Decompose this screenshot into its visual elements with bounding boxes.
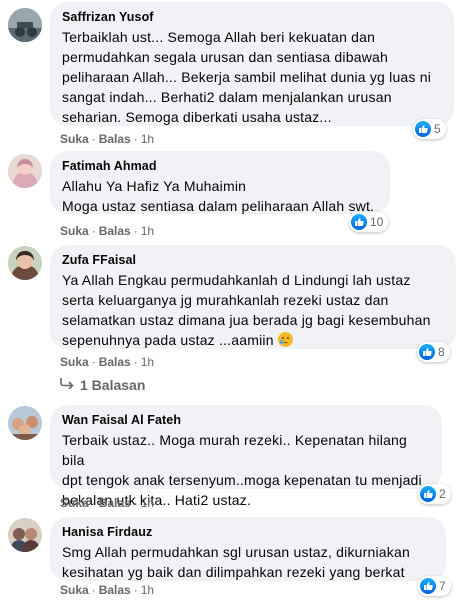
avatar-image: [8, 406, 42, 440]
comment-text: Ya Allah Engkau permudahkanlah d Lindung…: [62, 270, 444, 350]
reply-link[interactable]: Balas: [99, 355, 131, 369]
reaction-summary[interactable]: 7: [418, 576, 451, 596]
comment-actions: Suka · Balas · 1h: [60, 355, 154, 369]
separator: ·: [91, 224, 96, 238]
like-icon: [415, 121, 431, 137]
avatar[interactable]: [8, 154, 42, 188]
like-link[interactable]: Suka: [60, 224, 89, 238]
avatar[interactable]: [8, 406, 42, 440]
reply-link[interactable]: Balas: [99, 224, 131, 238]
avatar[interactable]: [8, 246, 42, 280]
like-link[interactable]: Suka: [60, 496, 89, 510]
comment-text: Smg Allah permudahkan sgl urusan ustaz, …: [62, 544, 410, 580]
timestamp[interactable]: 1h: [141, 583, 154, 597]
view-replies-link[interactable]: 1 Balasan: [60, 376, 145, 394]
reaction-count: 5: [434, 122, 441, 136]
like-icon: [419, 344, 435, 360]
timestamp[interactable]: 1h: [141, 496, 154, 510]
comment-actions: Suka · Balas · 1h: [60, 224, 154, 238]
like-link[interactable]: Suka: [60, 583, 89, 597]
reaction-count: 10: [370, 215, 384, 229]
sad-face-emoji-icon: [277, 332, 293, 347]
reply-arrow-icon: [60, 376, 74, 394]
commenter-name[interactable]: Fatimah Ahmad: [62, 159, 378, 173]
avatar-image: [8, 8, 42, 42]
comment-bubble: Hanisa Firdauz Smg Allah permudahkan sgl…: [50, 517, 446, 581]
timestamp[interactable]: 1h: [141, 355, 154, 369]
like-icon: [420, 578, 436, 594]
separator: ·: [91, 583, 96, 597]
comment-bubble: Saffrizan Yusof Terbaiklah ust... Semoga…: [50, 2, 454, 126]
reply-link[interactable]: Balas: [99, 132, 131, 146]
separator: ·: [91, 132, 96, 146]
commenter-name[interactable]: Hanisa Firdauz: [62, 525, 434, 539]
avatar-image: [8, 154, 42, 188]
comment-text: Allahu Ya Hafiz Ya Muhaimin Moga ustaz s…: [62, 178, 375, 214]
comment-text-body: Ya Allah Engkau permudahkanlah d Lindung…: [62, 272, 431, 348]
reaction-count: 2: [439, 487, 446, 501]
separator: ·: [133, 583, 138, 597]
like-link[interactable]: Suka: [60, 355, 89, 369]
reply-link[interactable]: Balas: [99, 583, 131, 597]
like-icon: [351, 214, 367, 230]
like-icon: [420, 486, 436, 502]
comment-bubble: Fatimah Ahmad Allahu Ya Hafiz Ya Muhaimi…: [50, 151, 390, 214]
comment-bubble: Wan Faisal Al Fateh Terbaik ustaz.. Moga…: [50, 405, 442, 508]
separator: ·: [91, 355, 96, 369]
separator: ·: [133, 355, 138, 369]
separator: ·: [133, 496, 138, 510]
separator: ·: [133, 224, 138, 238]
reaction-summary[interactable]: 8: [417, 342, 450, 362]
reaction-summary[interactable]: 2: [418, 484, 451, 504]
reply-link[interactable]: Balas: [99, 496, 131, 510]
reaction-summary[interactable]: 10: [349, 212, 389, 232]
commenter-name[interactable]: Saffrizan Yusof: [62, 10, 442, 24]
avatar-image: [8, 518, 42, 552]
commenter-name[interactable]: Zufa FFaisal: [62, 253, 444, 267]
comment-actions: Suka · Balas · 1h: [60, 583, 154, 597]
replies-count-label: 1 Balasan: [80, 377, 146, 393]
comment-text: Terbaiklah ust... Semoga Allah beri keku…: [62, 29, 432, 125]
reaction-summary[interactable]: 5: [413, 119, 446, 139]
reaction-count: 8: [438, 345, 445, 359]
avatar[interactable]: [8, 8, 42, 42]
reaction-count: 7: [439, 579, 446, 593]
timestamp[interactable]: 1h: [141, 224, 154, 238]
avatar[interactable]: [8, 518, 42, 552]
separator: ·: [91, 496, 96, 510]
comment-actions: Suka · Balas · 1h: [60, 496, 154, 510]
comment-actions: Suka · Balas · 1h: [60, 132, 154, 146]
commenter-name[interactable]: Wan Faisal Al Fateh: [62, 413, 430, 427]
separator: ·: [133, 132, 138, 146]
avatar-image: [8, 246, 42, 280]
comment-bubble: Zufa FFaisal Ya Allah Engkau permudahkan…: [50, 245, 456, 349]
like-link[interactable]: Suka: [60, 132, 89, 146]
timestamp[interactable]: 1h: [141, 132, 154, 146]
